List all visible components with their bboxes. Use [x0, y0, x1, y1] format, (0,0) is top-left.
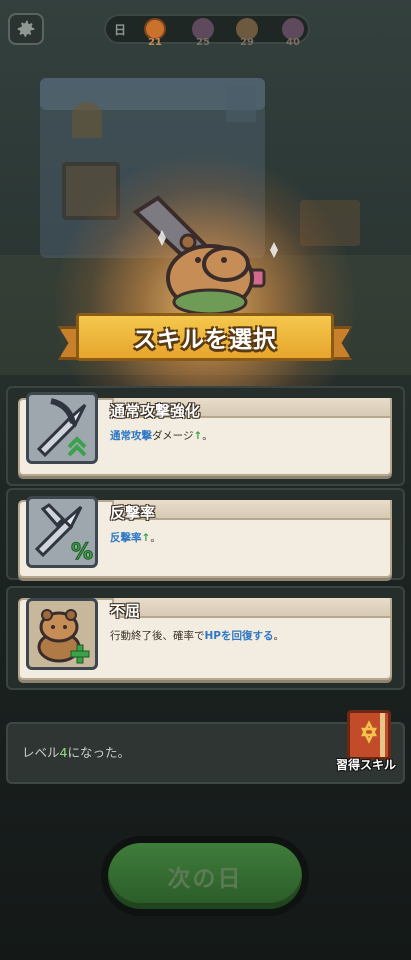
- skill-desc-text: 。: [273, 630, 284, 642]
- skill-description: 反撃率↑。: [110, 530, 161, 545]
- counter-sword-percent-icon: %: [26, 496, 98, 568]
- settings-button[interactable]: [8, 13, 44, 45]
- battle-log: レベル4になった。: [6, 722, 405, 784]
- day-progress-bar: 日 21 25 29 40: [104, 14, 310, 48]
- learned-skills-label: 習得スキル: [336, 758, 397, 772]
- skill-desc-text: 行動終了後、確率で: [110, 630, 205, 642]
- capybara-heal-icon: [26, 598, 98, 670]
- skill-name: 不屈: [110, 602, 141, 620]
- log-text: レベル: [22, 745, 60, 760]
- skill-desc-text: ダメージ: [152, 430, 194, 442]
- day-milestone-number: 29: [240, 37, 254, 48]
- svg-text:%: %: [71, 540, 93, 565]
- sword-upgrade-icon: [26, 392, 98, 464]
- up-arrow-icon: ↑: [193, 430, 203, 442]
- skill-desc-highlight: HPを回復する: [204, 630, 274, 642]
- spellbook-icon: [360, 713, 385, 757]
- next-day-button-face: 次の日: [108, 843, 302, 909]
- skill-description: 通常攻撃ダメージ↑。: [110, 428, 213, 443]
- skill-name: 反撃率: [110, 504, 156, 522]
- capybara-hero-icon: [132, 195, 278, 316]
- next-day-label: 次の日: [167, 866, 243, 892]
- next-day-button[interactable]: 次の日: [101, 836, 309, 916]
- skill-card-header: [112, 598, 392, 618]
- skill-card[interactable]: 通常攻撃強化 通常攻撃ダメージ↑。: [18, 392, 392, 476]
- banner-title: スキルを選択: [133, 327, 277, 353]
- gear-icon: [17, 20, 35, 37]
- log-text: になった。: [67, 745, 130, 760]
- log-message: レベル4になった。: [22, 742, 130, 761]
- skill-desc-text: 。: [202, 430, 213, 442]
- skill-name: 通常攻撃強化: [110, 402, 201, 420]
- skill-select-banner: スキルを選択: [76, 313, 334, 361]
- skill-card[interactable]: % 反撃率 反撃率↑。: [18, 496, 392, 578]
- up-arrow-icon: ↑: [141, 532, 151, 544]
- skill-desc-text: 。: [150, 532, 161, 544]
- skill-desc-highlight: 通常攻撃: [110, 430, 152, 442]
- day-milestone-number: 40: [286, 37, 300, 48]
- skill-description: 行動終了後、確率でHPを回復する。: [110, 628, 284, 643]
- background-chimney: [226, 86, 256, 122]
- day-label: 日: [114, 23, 127, 37]
- skill-desc-highlight: 反撃率: [110, 532, 142, 544]
- day-milestone-number: 25: [196, 37, 210, 48]
- skill-card[interactable]: 不屈 行動終了後、確率でHPを回復する。: [18, 598, 392, 680]
- background-window: [72, 102, 102, 138]
- learned-skills-button[interactable]: [347, 710, 391, 760]
- day-milestone-number: 21: [148, 37, 162, 48]
